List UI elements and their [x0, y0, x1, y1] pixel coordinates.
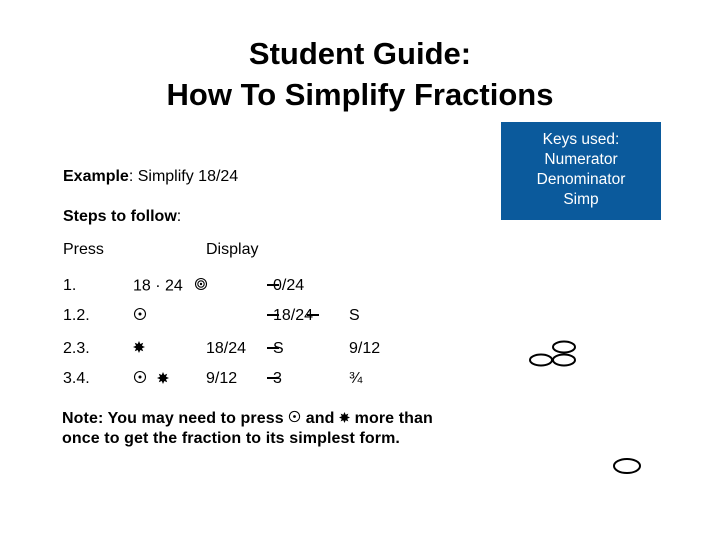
note-text: Note: You may need to press and more tha…	[62, 409, 433, 449]
step-number: 1.2.	[63, 307, 90, 324]
keys-used-box: Keys used: Numerator Denominator Simp	[501, 122, 661, 220]
display-value: 18/24	[267, 307, 320, 325]
note-line-2: once to get the fraction to its simplest…	[62, 430, 400, 448]
example-label: Example	[63, 168, 129, 185]
denominator-key-icon	[339, 409, 351, 429]
cursor-arrow-icon	[267, 313, 279, 316]
simp-key-icon	[133, 307, 147, 326]
display-value: 3	[267, 370, 282, 388]
oval-icon	[613, 458, 641, 474]
simp-key-icon	[133, 370, 147, 389]
step-number: 3.4.	[63, 370, 90, 387]
cursor-arrow-icon	[267, 346, 279, 349]
key-item-denominator: Denominator	[536, 171, 626, 188]
result-value: 9/12	[349, 340, 381, 357]
press-sequence	[133, 307, 147, 326]
keys-heading: Keys used:	[542, 131, 620, 148]
overlapping-ovals-icon	[529, 340, 576, 367]
example-line: Example: Simplify 18/24	[63, 168, 238, 186]
display-before: 18/24	[206, 340, 247, 357]
display-before: 9/12	[206, 370, 238, 387]
result-value: S	[349, 307, 360, 324]
note-line-1: Note: You may need to press and more tha…	[62, 409, 433, 429]
steps-colon: :	[176, 208, 182, 225]
display-value: S	[267, 340, 284, 358]
press-text: 18 · 24	[133, 277, 183, 295]
title-line-1: Student Guide:	[248, 36, 472, 71]
numerator-key-icon	[194, 277, 208, 296]
steps-label: Steps to follow	[63, 208, 177, 225]
cursor-arrow-icon	[307, 313, 320, 316]
step-number: 1.	[63, 277, 77, 294]
display-value: 0/24	[267, 277, 304, 295]
simp-key-icon	[288, 409, 301, 429]
page-title: Student Guide: How To Simplify Fractions	[0, 33, 720, 115]
cursor-arrow-icon	[267, 376, 279, 379]
key-item-numerator: Numerator	[544, 151, 618, 168]
example-text: Simplify 18/24	[133, 168, 239, 185]
result-value: ¾	[349, 370, 363, 387]
press-sequence: 18 · 24	[133, 277, 208, 296]
press-sequence	[133, 370, 170, 389]
press-column-header: Press	[63, 241, 104, 258]
display-column-header: Display	[206, 241, 259, 258]
press-sequence	[133, 340, 145, 358]
key-item-simp: Simp	[563, 191, 599, 208]
denominator-key-icon	[157, 371, 170, 389]
cursor-arrow-icon	[267, 283, 279, 286]
denominator-key-icon	[133, 340, 145, 358]
title-line-2: How To Simplify Fractions	[166, 77, 554, 112]
step-number: 2.3.	[63, 340, 90, 357]
steps-heading: Steps to follow:	[63, 208, 181, 226]
